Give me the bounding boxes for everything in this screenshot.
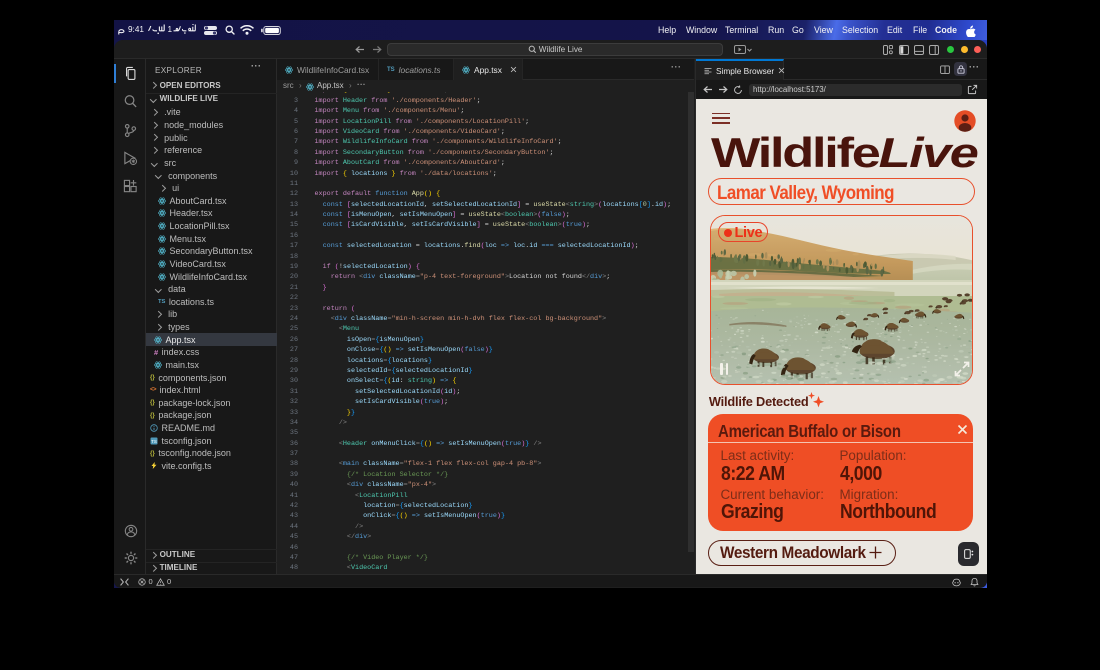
svg-text:TS: TS <box>151 439 157 444</box>
